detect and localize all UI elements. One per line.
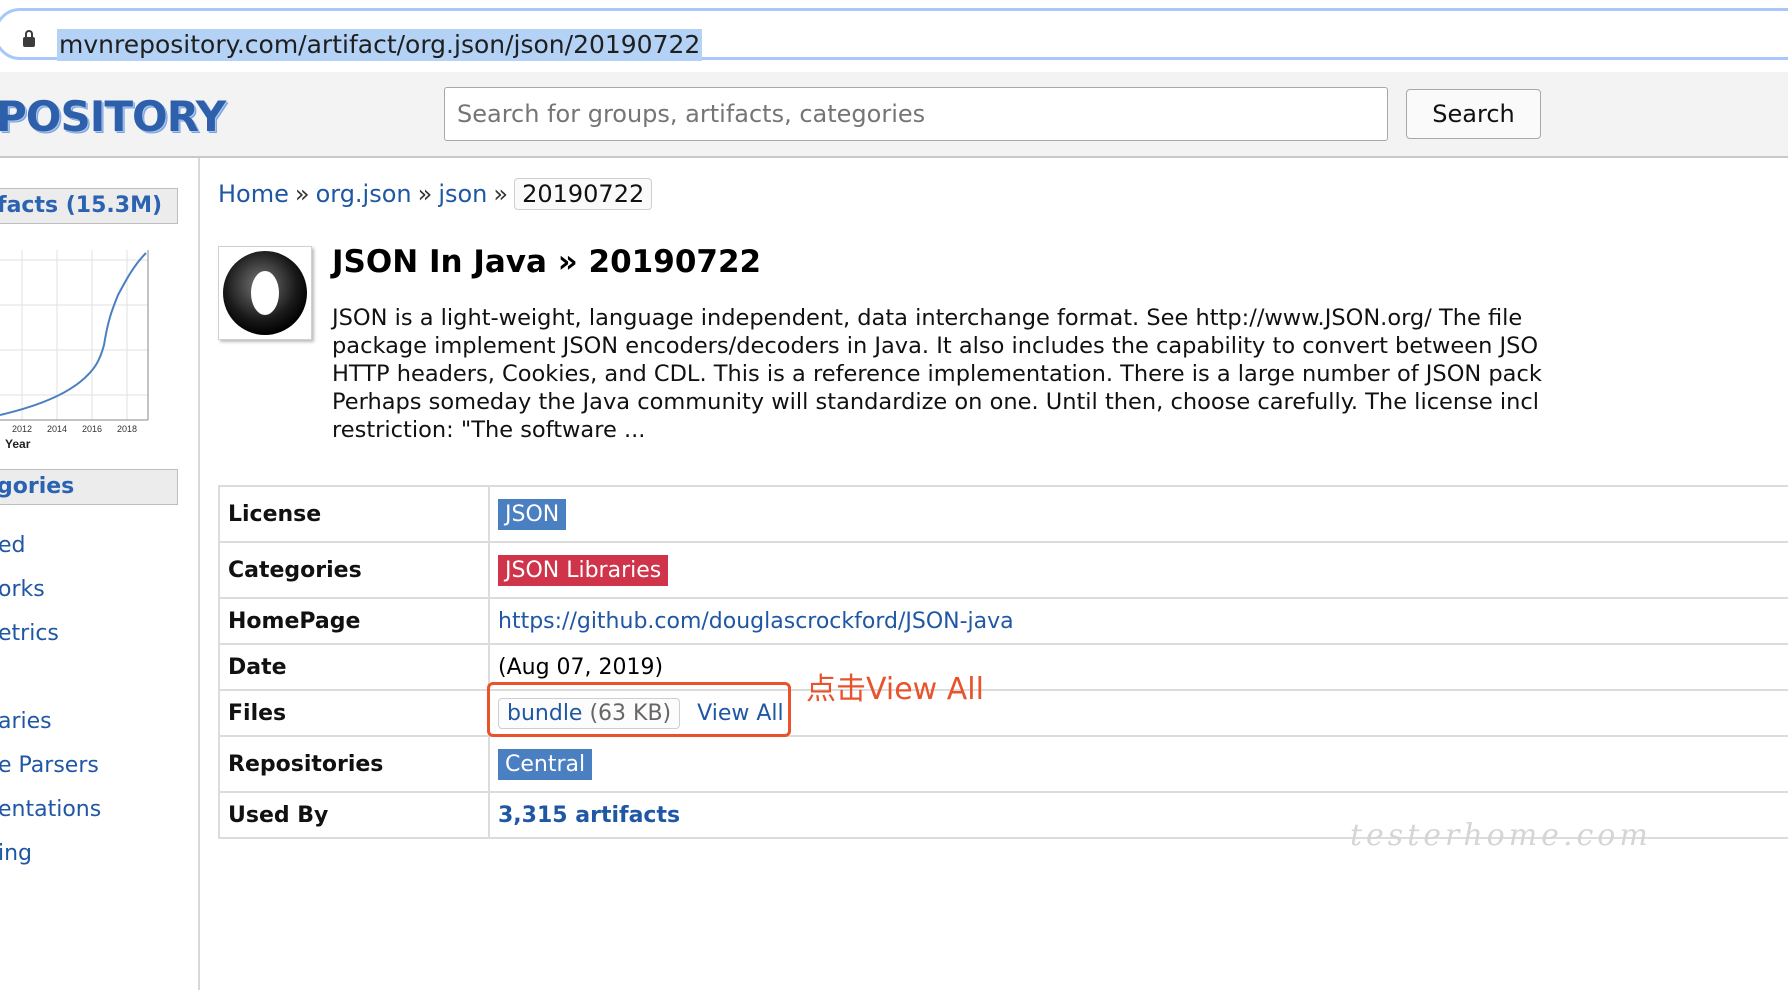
address-bar-url[interactable]: mvnrepository.com/artifact/org.json/json… [57,29,703,61]
sidebar-category-link[interactable]: orks [0,577,45,602]
search-button[interactable]: Search [1406,89,1541,139]
license-cell: JSON [488,485,1788,543]
table-row: License JSON [218,485,1788,543]
license-badge[interactable]: JSON [498,498,567,530]
repository-badge[interactable]: Central [498,748,593,780]
breadcrumb-separator: » [417,180,433,208]
annotation-text: 点击View All [806,672,984,707]
browser-toolbar: mvnrepository.com/artifact/org.json/json… [0,0,1788,73]
description-line: Perhaps someday the Java community will … [332,389,1540,415]
date-label: Date [218,643,490,691]
site-header: POSITORY Search [0,72,1788,158]
lock-icon[interactable] [23,30,35,47]
breadcrumb-artifact[interactable]: json [438,180,487,208]
homepage-label: HomePage [218,597,490,645]
table-row: Date (Aug 07, 2019) [218,643,1788,691]
sidebar: facts (15.3M) 2012 2014 2016 2018 Year g… [0,158,200,990]
breadcrumb-separator: » [493,180,509,208]
project-logo [218,246,312,340]
address-bar[interactable]: mvnrepository.com/artifact/org.json/json… [0,8,1788,61]
files-label: Files [218,689,490,737]
table-row: Categories JSON Libraries [218,541,1788,599]
site-logo[interactable]: POSITORY [0,94,226,140]
breadcrumb-group[interactable]: org.json [316,180,412,208]
table-row: Files bundle (63 KB) View All [218,689,1788,737]
breadcrumb-separator: » [294,180,310,208]
artifact-info-table: License JSON Categories JSON Libraries H… [218,485,1788,839]
search-input[interactable] [444,87,1388,141]
chart-tick-2014: 2014 [47,424,67,434]
categories-label: Categories [218,541,490,599]
table-row: Repositories Central [218,735,1788,793]
description-line: restriction: "The software ... [332,417,646,443]
artifact-growth-chart: 2012 2014 2016 2018 Year [0,250,149,451]
artifact-description: JSON is a light-weight, language indepen… [332,304,1788,444]
chart-xlabel: Year [5,437,31,451]
chart-grid [0,250,148,420]
page-title: JSON In Java » 20190722 [332,244,762,280]
breadcrumb-version: 20190722 [514,178,653,210]
table-row: HomePage https://github.com/douglascrock… [218,597,1788,645]
homepage-cell: https://github.com/douglascrockford/JSON… [488,597,1788,645]
repositories-label: Repositories [218,735,490,793]
usedby-link[interactable]: 3,315 artifacts [498,803,680,828]
breadcrumb: Home» org.json» json» 20190722 [218,178,653,210]
watermark: testerhome.com [1350,818,1652,853]
sidebar-category-link[interactable]: ing [0,841,32,866]
license-label: License [218,485,490,543]
indexed-artifacts-heading[interactable]: facts (15.3M) [0,188,178,224]
json-logo-icon [223,251,307,335]
sidebar-category-link[interactable]: aries [0,709,52,734]
categories-heading[interactable]: gories [0,469,178,505]
chart-tick-2018: 2018 [117,424,137,434]
chart-tick-2012: 2012 [12,424,32,434]
sidebar-category-link[interactable]: e Parsers [0,753,99,778]
category-badge[interactable]: JSON Libraries [498,554,669,586]
usedby-label: Used By [218,791,490,839]
categories-cell: JSON Libraries [488,541,1788,599]
breadcrumb-home[interactable]: Home [218,180,289,208]
description-line: HTTP headers, Cookies, and CDL. This is … [332,361,1542,387]
chart-tick-2016: 2016 [82,424,102,434]
description-line: JSON is a light-weight, language indepen… [332,305,1523,331]
sidebar-category-link[interactable]: etrics [0,621,59,646]
annotation-highlight-box [487,682,791,737]
repositories-cell: Central [488,735,1788,793]
description-line: package implement JSON encoders/decoders… [332,333,1539,359]
sidebar-category-link[interactable]: entations [0,797,101,822]
sidebar-category-link[interactable]: ed [0,533,26,558]
homepage-link[interactable]: https://github.com/douglascrockford/JSON… [498,609,1014,634]
